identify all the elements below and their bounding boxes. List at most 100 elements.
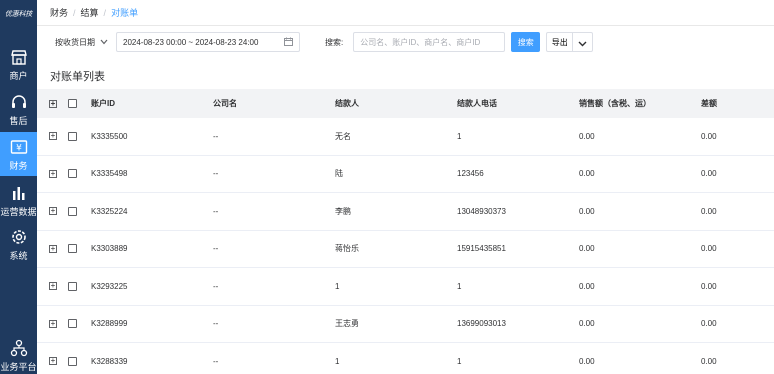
date-type-value: 按收货日期 (55, 37, 95, 47)
row-checkbox[interactable] (68, 319, 77, 329)
headset-icon (9, 92, 29, 112)
table-cell: -- (213, 356, 219, 366)
app: 优惠科技 商户 售后 ¥ 财务 运营数据 系统 业务平台 财务 / 结算 / 对… (0, 0, 774, 374)
select-all-checkbox[interactable] (68, 99, 77, 108)
bar-chart-icon (9, 183, 29, 203)
column-header: 销售额（含税、运） (579, 99, 651, 108)
table-cell: 0.00 (701, 356, 717, 366)
sidebar-item-label: 商户 (9, 70, 28, 81)
expand-row-icon[interactable]: + (49, 282, 57, 291)
table-row: + K3325224 -- 李鹏 13048930373 0.00 0.00 (37, 193, 774, 231)
search-button[interactable]: 搜索 (511, 32, 541, 52)
row-checkbox[interactable] (68, 169, 77, 179)
row-checkbox[interactable] (68, 131, 77, 141)
expand-all-icon[interactable]: + (49, 99, 57, 108)
sidebar-item-aftersales[interactable]: 售后 (0, 87, 37, 131)
network-icon (9, 338, 29, 358)
export-button[interactable]: 导出 (546, 32, 574, 52)
table-cell: 0.00 (579, 206, 595, 216)
table-cell: 李鹏 (335, 206, 351, 216)
table-cell: 0.00 (579, 356, 595, 366)
table-cell: 1 (335, 281, 340, 291)
table-cell: K3335500 (91, 131, 128, 141)
table-cell: 0.00 (701, 319, 717, 329)
table-row: + K3303889 -- 蒋怡乐 15915435851 0.00 0.00 (37, 231, 774, 268)
table-cell: 0.00 (579, 244, 595, 254)
search-input[interactable] (353, 32, 506, 52)
finance-icon: ¥ (9, 137, 29, 157)
expand-row-icon[interactable]: + (49, 244, 57, 253)
sidebar-item-label: 系统 (9, 250, 28, 261)
row-checkbox[interactable] (68, 356, 77, 366)
table-cell: K3288339 (91, 356, 128, 366)
svg-text:¥: ¥ (16, 143, 22, 153)
table-cell: -- (213, 169, 219, 179)
table-cell: -- (213, 319, 219, 329)
date-range-picker[interactable]: 2024-08-23 00:00 ~ 2024-08-23 24:00 (116, 32, 300, 52)
expand-row-icon[interactable]: + (49, 319, 57, 328)
table-cell: 0.00 (701, 244, 717, 254)
table-cell: 1 (335, 356, 340, 366)
table-cell: -- (213, 281, 219, 291)
table-cell: 0.00 (701, 169, 717, 179)
breadcrumb: 财务 / 结算 / 对账单 (37, 0, 774, 26)
statement-table: + 账户ID 公司名 结款人 结款人电话 销售额（含税、运） 差额 + K3335… (37, 89, 774, 374)
table-row: + K3293225 -- 1 1 0.00 0.00 (37, 268, 774, 306)
sidebar-item-label: 运营数据 (0, 206, 37, 217)
logo: 优惠科技 (4, 11, 33, 18)
table-cell: 13048930373 (457, 206, 506, 216)
table-cell: 0.00 (579, 281, 595, 291)
table-cell: 王志勇 (335, 319, 359, 329)
chevron-down-icon (100, 38, 108, 47)
breadcrumb-finance[interactable]: 财务 (50, 6, 68, 19)
table-body: + K3335500 -- 无名 1 0.00 0.00 + K3335498 -- 陆 123456… (37, 118, 774, 374)
table-cell: 陆 (335, 169, 343, 179)
search-label: 搜索: (325, 37, 344, 47)
date-type-select[interactable]: 按收货日期 (50, 32, 113, 52)
row-checkbox[interactable] (68, 244, 77, 254)
column-header: 结款人电话 (457, 99, 497, 108)
expand-row-icon[interactable]: + (49, 169, 57, 178)
table-row: + K3335500 -- 无名 1 0.00 0.00 (37, 118, 774, 156)
table-cell: -- (213, 131, 219, 141)
date-range-value: 2024-08-23 00:00 ~ 2024-08-23 24:00 (123, 37, 259, 47)
table-cell: 123456 (457, 169, 484, 179)
table-row: + K3288339 -- 1 1 0.00 0.00 (37, 343, 774, 374)
table-cell: K3335498 (91, 169, 128, 179)
table-row: + K3335498 -- 陆 123456 0.00 0.00 (37, 156, 774, 193)
table-cell: K3325224 (91, 206, 128, 216)
row-checkbox[interactable] (68, 206, 77, 216)
sidebar-item-label: 业务平台 (0, 361, 37, 372)
sidebar-item-label: 售后 (9, 115, 28, 126)
row-checkbox[interactable] (68, 281, 77, 291)
table-cell: 15915435851 (457, 244, 506, 254)
table-cell: K3293225 (91, 281, 128, 291)
table-cell: 1 (457, 356, 462, 366)
sidebar-item-merchant[interactable]: 商户 (0, 42, 37, 86)
table-cell: 0.00 (701, 281, 717, 291)
expand-row-icon[interactable]: + (49, 132, 57, 141)
expand-row-icon[interactable]: + (49, 207, 57, 216)
sidebar-item-operations[interactable]: 运营数据 (0, 178, 37, 222)
table-cell: 蒋怡乐 (335, 244, 359, 254)
sidebar-item-finance[interactable]: ¥ 财务 (0, 132, 37, 176)
table-cell: -- (213, 206, 219, 216)
column-header: 结款人 (335, 99, 359, 108)
table-cell: 0.00 (579, 319, 595, 329)
table-cell: 无名 (335, 131, 351, 141)
breadcrumb-current: 对账单 (111, 8, 139, 18)
breadcrumb-settlement[interactable]: 结算 (81, 6, 99, 19)
table-header: + 账户ID 公司名 结款人 结款人电话 销售额（含税、运） 差额 (37, 89, 774, 118)
sidebar-item-business[interactable]: 业务平台 (0, 333, 37, 374)
sidebar-item-label: 财务 (9, 160, 28, 171)
gear-icon (9, 227, 29, 247)
column-header: 账户ID (91, 99, 115, 108)
table-cell: K3288999 (91, 319, 128, 329)
sidebar: 优惠科技 商户 售后 ¥ 财务 运营数据 系统 业务平台 (0, 0, 37, 374)
breadcrumb-separator: / (103, 7, 107, 18)
export-dropdown-button[interactable] (573, 32, 594, 52)
expand-row-icon[interactable]: + (49, 357, 57, 366)
sidebar-item-system[interactable]: 系统 (0, 222, 37, 266)
table-cell: 1 (457, 131, 462, 141)
chevron-down-icon (578, 35, 587, 50)
